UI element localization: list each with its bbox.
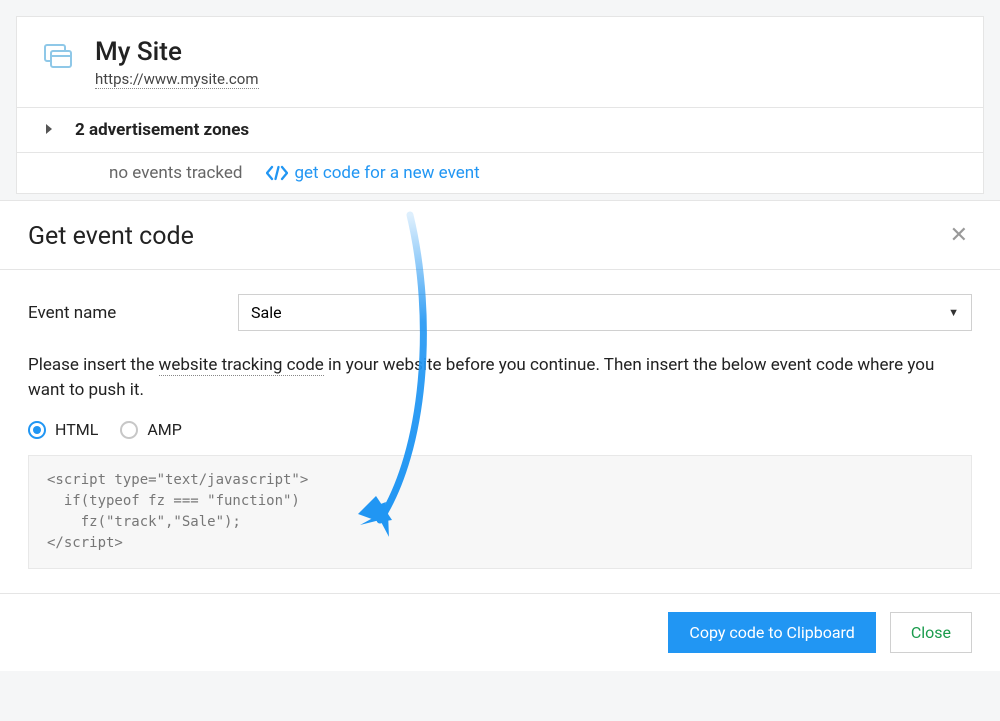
- no-events-label: no events tracked: [109, 163, 242, 183]
- event-name-label: Event name: [28, 303, 238, 323]
- code-box[interactable]: <script type="text/javascript"> if(typeo…: [28, 455, 972, 569]
- zones-count-label: 2 advertisement zones: [75, 120, 249, 140]
- event-name-value: Sale: [251, 303, 282, 322]
- radio-html-label: HTML: [55, 420, 98, 439]
- site-url-link[interactable]: https://www.mysite.com: [95, 70, 259, 89]
- tracking-code-link[interactable]: website tracking code: [159, 355, 324, 376]
- radio-circle-icon: [28, 421, 46, 439]
- get-event-code-modal: Get event code ✕ Event name Sale ▼ Pleas…: [0, 200, 1000, 671]
- event-name-select[interactable]: Sale ▼: [238, 294, 972, 331]
- modal-title: Get event code: [28, 222, 194, 251]
- radio-amp[interactable]: AMP: [120, 420, 182, 439]
- zones-row[interactable]: 2 advertisement zones: [17, 107, 983, 152]
- code-icon: [266, 164, 288, 182]
- copy-button[interactable]: Copy code to Clipboard: [668, 612, 875, 653]
- chevron-right-icon: [41, 122, 57, 138]
- site-header: My Site https://www.mysite.com: [17, 17, 983, 107]
- radio-html[interactable]: HTML: [28, 420, 98, 439]
- site-icon: [41, 41, 77, 77]
- close-button[interactable]: Close: [890, 612, 972, 653]
- site-title: My Site: [95, 37, 259, 67]
- close-icon[interactable]: ✕: [946, 221, 972, 251]
- get-code-link-label: get code for a new event: [294, 163, 479, 183]
- help-text: Please insert the website tracking code …: [28, 353, 972, 402]
- caret-down-icon: ▼: [948, 306, 959, 319]
- events-row: no events tracked get code for a new eve…: [17, 152, 983, 193]
- radio-amp-label: AMP: [147, 420, 182, 439]
- radio-circle-icon: [120, 421, 138, 439]
- get-code-link[interactable]: get code for a new event: [266, 163, 479, 183]
